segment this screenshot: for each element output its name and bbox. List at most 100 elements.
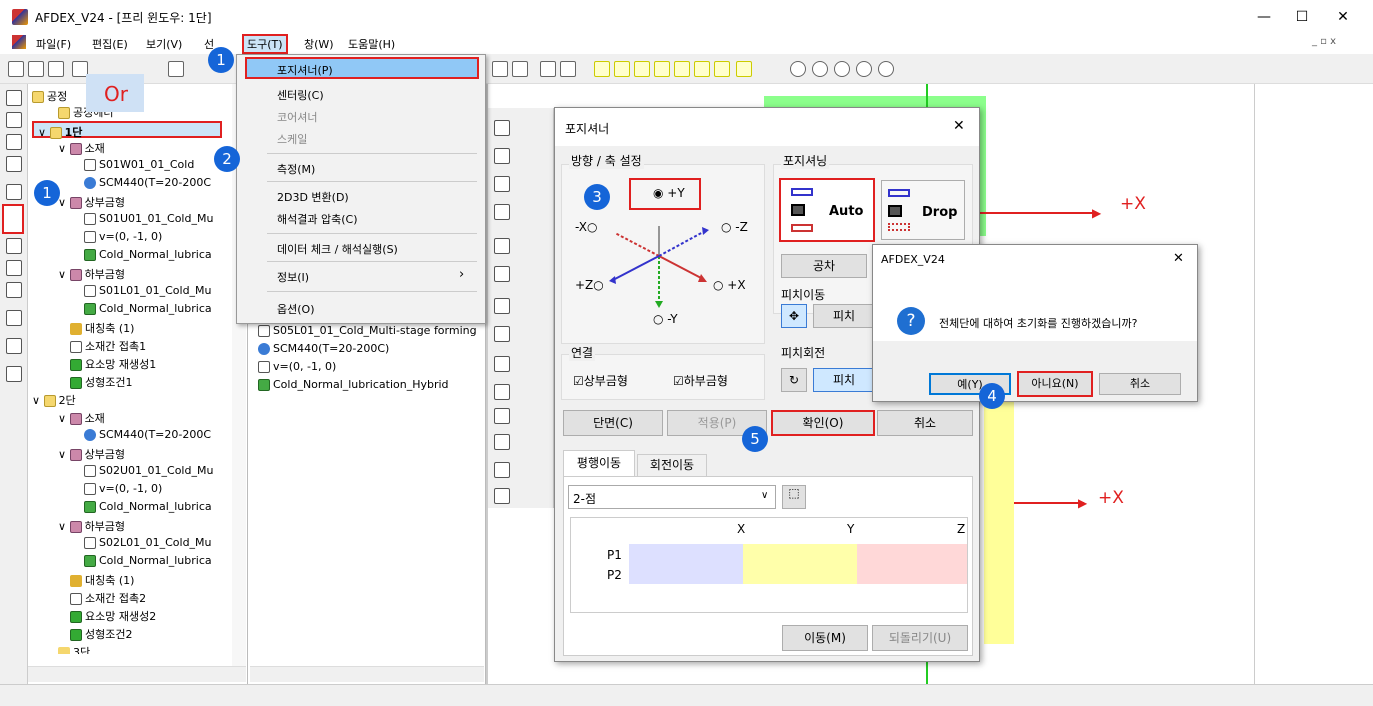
menu-file[interactable]: 파일(F) xyxy=(36,36,71,52)
cube-fit-icon[interactable] xyxy=(736,61,752,77)
y-cells[interactable] xyxy=(743,544,857,584)
tab-translate[interactable]: 평행이동 xyxy=(563,450,635,476)
tree-item[interactable]: ∨ 상부금형 xyxy=(58,446,125,462)
shape-icon[interactable] xyxy=(494,356,510,372)
menu-item-info[interactable]: 정보(I) xyxy=(277,269,309,285)
pick-point-icon[interactable]: ⬚ xyxy=(782,485,806,509)
move-button[interactable]: 이동(M) xyxy=(782,625,868,651)
box-icon[interactable] xyxy=(168,61,184,77)
view-icon[interactable] xyxy=(492,61,508,77)
tree-item[interactable]: 소재간 접촉2 xyxy=(70,590,146,606)
shape-icon[interactable] xyxy=(494,298,510,314)
auto-button[interactable]: Auto xyxy=(779,178,875,242)
tree-icon[interactable] xyxy=(6,90,22,106)
tree-item[interactable]: Cold_Normal_lubrica xyxy=(84,500,212,513)
tree-item[interactable]: ∨ 하부금형 xyxy=(58,518,125,534)
shape-icon[interactable] xyxy=(494,488,510,504)
tree-item[interactable]: 대칭축 (1) xyxy=(70,320,134,336)
detail-item[interactable]: Cold_Normal_lubrication_Hybrid xyxy=(258,378,449,391)
tree-item[interactable]: 성형조건2 xyxy=(70,626,132,642)
radio-plus-x[interactable]: ○ +X xyxy=(713,278,746,292)
drop-button[interactable]: Drop xyxy=(881,180,965,240)
tree-hscrollbar[interactable] xyxy=(28,666,246,682)
shape-icon[interactable] xyxy=(494,176,510,192)
tree-item[interactable]: 요소망 재생성1 xyxy=(70,356,156,372)
cube-left-icon[interactable] xyxy=(674,61,690,77)
zoom-out-icon[interactable] xyxy=(812,61,828,77)
shape-icon[interactable] xyxy=(494,204,510,220)
screen-icon[interactable] xyxy=(6,184,22,200)
cube-top-icon[interactable] xyxy=(634,61,650,77)
tree-item[interactable]: ∨ 상부금형 xyxy=(58,194,125,210)
minimize-button[interactable]: — xyxy=(1244,6,1284,28)
grid-icon[interactable] xyxy=(6,310,22,326)
pitch-rot-button[interactable]: 피치 xyxy=(813,368,875,392)
cube-bottom-icon[interactable] xyxy=(654,61,670,77)
tree-item[interactable]: ∨ 2단 xyxy=(32,392,76,408)
tree-item[interactable]: ∨ 소재 xyxy=(58,140,105,156)
menu-item-2d3d[interactable]: 2D3D 변환(D) xyxy=(277,189,349,205)
menu-tools[interactable]: 도구(T) xyxy=(242,34,288,54)
menu-item-centering[interactable]: 센터링(C) xyxy=(277,87,324,103)
cube-right-icon[interactable] xyxy=(694,61,710,77)
radio-minus-y[interactable]: ○ -Y xyxy=(653,312,678,326)
radio-minus-x[interactable]: -X○ xyxy=(575,220,597,234)
tree-item[interactable]: 공정 xyxy=(32,88,67,104)
app-menu-icon[interactable] xyxy=(12,35,26,49)
tree-item[interactable]: S01W01_01_Cold xyxy=(84,158,194,171)
menu-window[interactable]: 창(W) xyxy=(304,36,334,52)
menu-item-options[interactable]: 옵션(O) xyxy=(277,301,314,317)
pan-hand-icon[interactable] xyxy=(856,61,872,77)
tab-rotate[interactable]: 회전이동 xyxy=(637,454,707,476)
display-icon[interactable] xyxy=(560,61,576,77)
copy-icon[interactable] xyxy=(6,260,22,276)
zoom-in-icon[interactable] xyxy=(790,61,806,77)
tree-item[interactable]: Cold_Normal_lubrica xyxy=(84,248,212,261)
mdi-controls-icon[interactable]: _ ▫ x xyxy=(1312,36,1336,47)
material-icon[interactable] xyxy=(6,112,22,128)
detail-item[interactable]: SCM440(T=20-200C) xyxy=(258,342,389,355)
camera-icon[interactable] xyxy=(540,61,556,77)
shape-icon[interactable] xyxy=(494,434,510,450)
measure-icon[interactable] xyxy=(6,338,22,354)
close-button[interactable]: ✕ xyxy=(1323,6,1363,28)
open-icon[interactable] xyxy=(28,61,44,77)
detail-hscrollbar[interactable] xyxy=(250,666,484,682)
cube-back-icon[interactable] xyxy=(614,61,630,77)
new-icon[interactable] xyxy=(8,61,24,77)
tolerance-button[interactable]: 공차 xyxy=(781,254,867,278)
ok-button[interactable]: 확인(O) xyxy=(771,410,875,436)
shape-icon[interactable] xyxy=(494,384,510,400)
radio-plus-z[interactable]: +Z○ xyxy=(575,278,604,292)
tree-item[interactable]: S01L01_01_Cold_Mu xyxy=(84,284,212,297)
cube-front-icon[interactable] xyxy=(594,61,610,77)
point-mode-select[interactable]: 2-점 ∨ xyxy=(568,485,776,509)
cube-iso-icon[interactable] xyxy=(714,61,730,77)
tree-item[interactable]: v=(0, -1, 0) xyxy=(84,482,162,495)
tree-item[interactable]: 소재간 접촉1 xyxy=(70,338,146,354)
menu-item-compress[interactable]: 해석결과 압축(C) xyxy=(277,211,357,227)
tree-item[interactable]: Cold_Normal_lubrica xyxy=(84,302,212,315)
tree-item[interactable]: v=(0, -1, 0) xyxy=(84,230,162,243)
tree-item[interactable]: S02L01_01_Cold_Mu xyxy=(84,536,212,549)
menu-edit[interactable]: 편집(E) xyxy=(92,36,128,52)
zoom-window-icon[interactable] xyxy=(834,61,850,77)
shape-icon[interactable] xyxy=(494,120,510,136)
menu-item-positioner[interactable]: 포지셔너(P) xyxy=(245,57,479,79)
save-icon[interactable] xyxy=(48,61,64,77)
menu-view[interactable]: 보기(V) xyxy=(146,36,182,52)
confirm-close-button[interactable]: ✕ xyxy=(1173,251,1184,266)
tree-item-selected[interactable]: ∨ 1단 xyxy=(32,121,222,139)
tree-item[interactable]: SCM440(T=20-200C xyxy=(84,428,211,441)
shape-icon[interactable] xyxy=(494,408,510,424)
check-icon[interactable] xyxy=(6,366,22,382)
tree-item[interactable]: ∨ 하부금형 xyxy=(58,266,125,282)
section-button[interactable]: 단면(C) xyxy=(563,410,663,436)
tree-item[interactable]: 성형조건1 xyxy=(70,374,132,390)
tree-item[interactable]: S02U01_01_Cold_Mu xyxy=(84,464,213,477)
align-icon[interactable] xyxy=(6,238,22,254)
maximize-button[interactable]: ☐ xyxy=(1282,6,1322,28)
wrench-icon[interactable] xyxy=(512,61,528,77)
z-cells[interactable] xyxy=(857,544,967,584)
no-button[interactable]: 아니요(N) xyxy=(1017,371,1093,397)
